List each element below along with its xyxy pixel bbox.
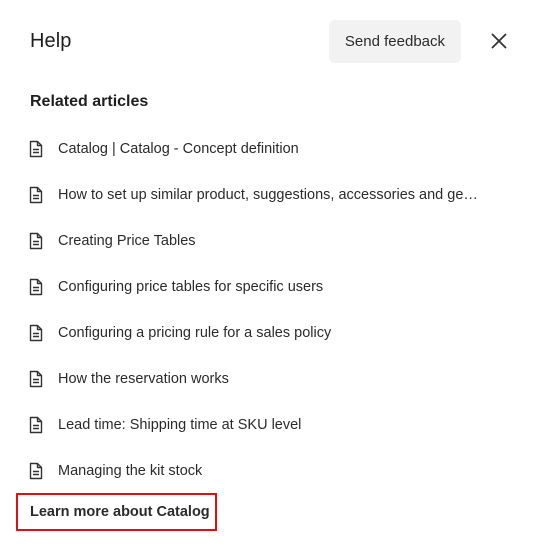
article-label: Catalog | Catalog - Concept definition: [58, 141, 299, 157]
document-icon: [28, 416, 44, 434]
article-label: Lead time: Shipping time at SKU level: [58, 417, 302, 433]
close-icon: [491, 33, 507, 49]
article-link[interactable]: Managing the kit stock: [28, 448, 508, 494]
document-icon: [28, 324, 44, 342]
page-title: Help: [30, 29, 72, 52]
article-link[interactable]: Catalog | Catalog - Concept definition: [28, 126, 508, 172]
article-link[interactable]: Lead time: Shipping time at SKU level: [28, 402, 508, 448]
close-button[interactable]: [485, 27, 513, 55]
article-label: How to set up similar product, suggestio…: [58, 187, 478, 203]
article-label: How the reservation works: [58, 371, 229, 387]
article-link[interactable]: How the reservation works: [28, 356, 508, 402]
document-icon: [28, 370, 44, 388]
article-link[interactable]: Configuring a pricing rule for a sales p…: [28, 310, 508, 356]
article-label: Configuring a pricing rule for a sales p…: [58, 325, 332, 341]
article-link[interactable]: Creating Price Tables: [28, 218, 508, 264]
document-icon: [28, 278, 44, 296]
document-icon: [28, 462, 44, 480]
related-articles-list: Catalog | Catalog - Concept definition H…: [28, 126, 508, 494]
document-icon: [28, 140, 44, 158]
send-feedback-button[interactable]: Send feedback: [328, 19, 461, 63]
article-label: Creating Price Tables: [58, 233, 196, 249]
related-articles-heading: Related articles: [30, 93, 149, 110]
article-label: Managing the kit stock: [58, 463, 203, 479]
article-label: Configuring price tables for specific us…: [58, 279, 324, 295]
help-panel: Help Send feedback Related articles Cata…: [0, 0, 537, 547]
document-icon: [28, 232, 44, 250]
learn-more-link[interactable]: Learn more about Catalog: [16, 493, 217, 531]
article-link[interactable]: Configuring price tables for specific us…: [28, 264, 508, 310]
document-icon: [28, 186, 44, 204]
article-link[interactable]: How to set up similar product, suggestio…: [28, 172, 508, 218]
help-header: Help Send feedback: [30, 19, 513, 63]
header-actions: Send feedback: [328, 19, 513, 63]
